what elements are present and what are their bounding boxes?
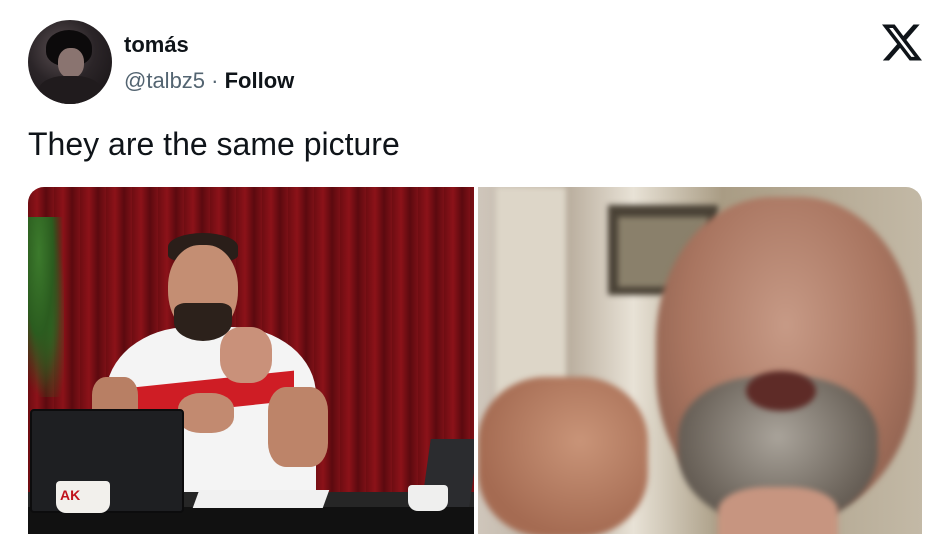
mug: AK	[56, 481, 110, 513]
mug-text: AK	[60, 487, 81, 503]
handle-separator: ·	[205, 68, 225, 93]
author-name[interactable]: tomás	[124, 32, 189, 58]
author-handle[interactable]: @talbz5	[124, 68, 205, 93]
x-logo-icon[interactable]	[882, 22, 922, 62]
avatar[interactable]	[28, 20, 112, 104]
tweet-header: tomás @talbz5 · Follow	[28, 20, 922, 104]
author-handle-row: @talbz5 · Follow	[124, 68, 294, 94]
follow-link[interactable]: Follow	[225, 68, 295, 93]
photo-left[interactable]: AK	[28, 187, 474, 534]
photo-right[interactable]	[478, 187, 922, 534]
tweet-media[interactable]: AK	[28, 187, 922, 534]
tweet-text: They are the same picture	[28, 126, 400, 162]
